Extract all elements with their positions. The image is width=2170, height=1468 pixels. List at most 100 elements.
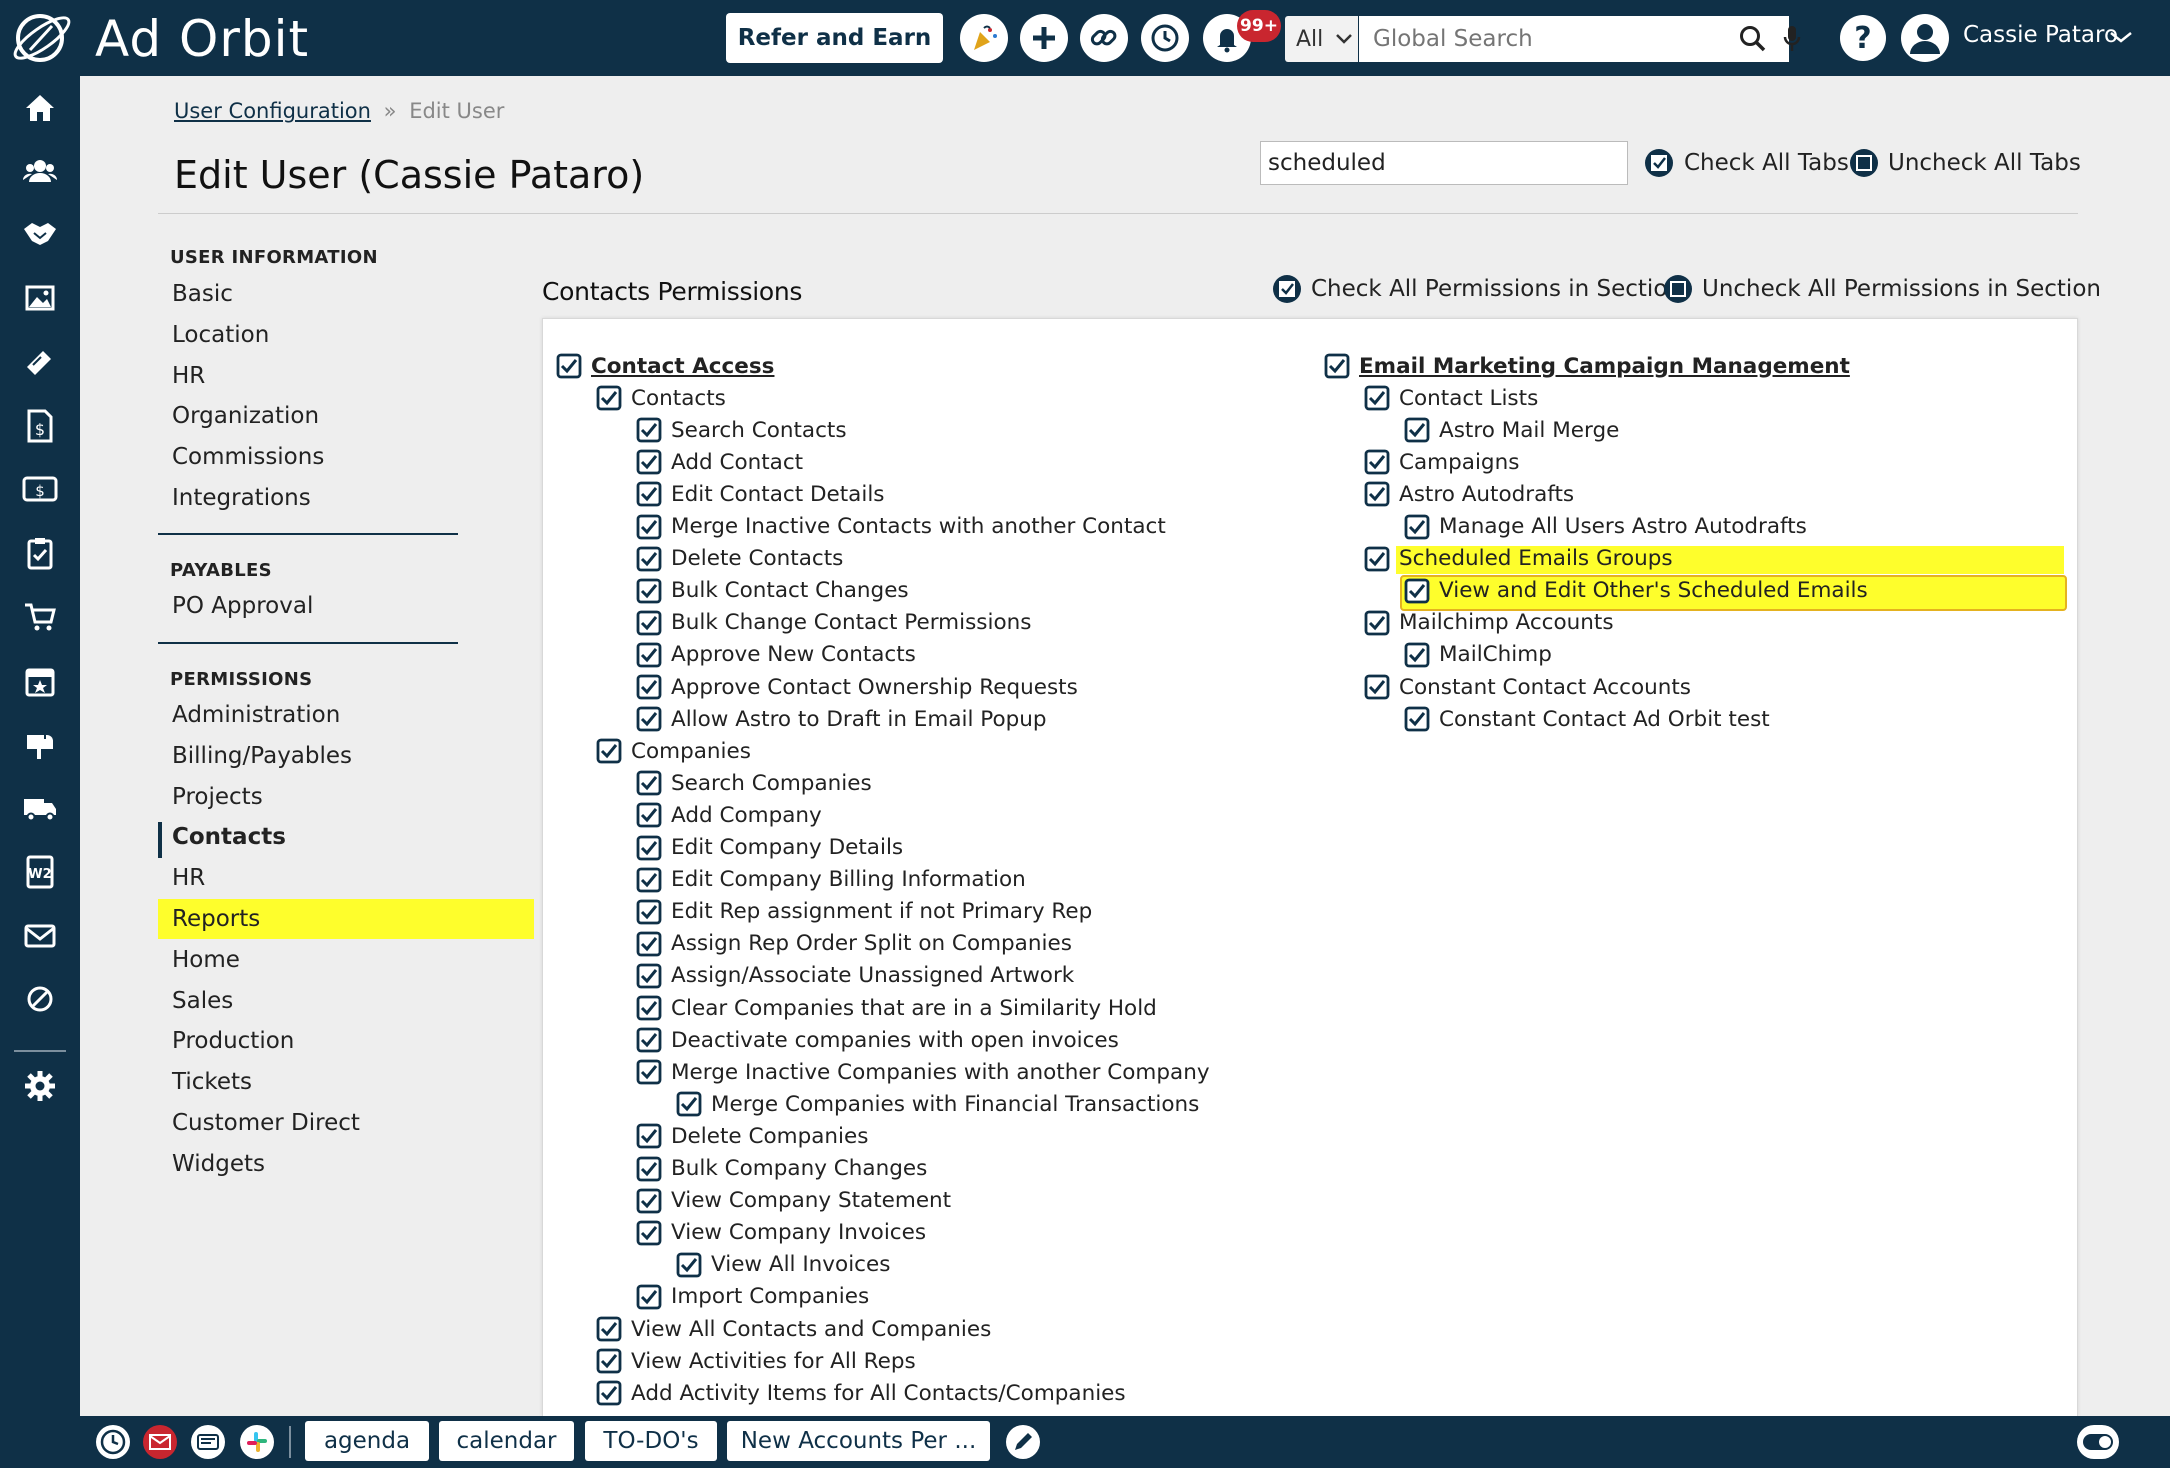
checkbox-checked-icon[interactable] (596, 385, 622, 411)
bottom-tab-todos[interactable]: TO-DO's (585, 1421, 717, 1461)
slack-icon[interactable] (240, 1425, 274, 1459)
handshake-icon[interactable] (20, 214, 60, 254)
checkbox-checked-icon[interactable] (1364, 449, 1390, 475)
checkbox-checked-icon[interactable] (596, 1348, 622, 1374)
search-scope-select[interactable]: All (1285, 16, 1358, 62)
left-nav-item-widgets[interactable]: Widgets (172, 1151, 265, 1177)
checkbox-checked-icon[interactable] (636, 1188, 662, 1214)
uncheck-all-tabs-icon[interactable] (1850, 149, 1878, 177)
media-icon[interactable] (20, 278, 60, 318)
left-nav-item-reports[interactable]: Reports (172, 906, 260, 932)
permission-label[interactable]: Contact Access (591, 354, 774, 379)
chat-icon[interactable] (191, 1425, 225, 1459)
uncheck-all-section-link[interactable]: Uncheck All Permissions in Section (1702, 276, 2101, 302)
checkbox-checked-icon[interactable] (636, 1027, 662, 1053)
bottom-tab-new-accounts[interactable]: New Accounts Per ... (727, 1421, 990, 1461)
checkbox-checked-icon[interactable] (1364, 674, 1390, 700)
toggle-icon[interactable] (2077, 1425, 2119, 1459)
checkbox-checked-icon[interactable] (676, 1252, 702, 1278)
checkbox-checked-icon[interactable] (636, 514, 662, 540)
checkbox-checked-icon[interactable] (636, 610, 662, 636)
left-nav-item-home[interactable]: Home (172, 947, 240, 973)
clipboard-icon[interactable] (20, 533, 60, 573)
checkbox-checked-icon[interactable] (1404, 417, 1430, 443)
email-alert-icon[interactable] (143, 1425, 177, 1459)
check-all-tabs-link[interactable]: Check All Tabs (1684, 150, 1849, 176)
checkbox-checked-icon[interactable] (636, 1156, 662, 1182)
link-icon[interactable] (1080, 14, 1128, 62)
permission-filter-input[interactable] (1260, 141, 1628, 185)
checkbox-checked-icon[interactable] (1364, 481, 1390, 507)
global-search-input[interactable] (1359, 16, 1789, 62)
checkbox-checked-icon[interactable] (636, 417, 662, 443)
checkbox-checked-icon[interactable] (1404, 642, 1430, 668)
left-nav-item-billing-payables[interactable]: Billing/Payables (172, 743, 352, 769)
ticket-icon[interactable] (20, 342, 60, 382)
checkbox-checked-icon[interactable] (636, 674, 662, 700)
left-nav-item-tickets[interactable]: Tickets (172, 1069, 252, 1095)
checkbox-checked-icon[interactable] (1324, 353, 1350, 379)
left-nav-item-organization[interactable]: Organization (172, 403, 319, 429)
microphone-icon[interactable] (1782, 24, 1802, 54)
checkbox-checked-icon[interactable] (1364, 385, 1390, 411)
left-nav-item-hr[interactable]: HR (172, 865, 205, 891)
checkbox-checked-icon[interactable] (1364, 610, 1390, 636)
left-nav-item-sales[interactable]: Sales (172, 988, 233, 1014)
checkbox-checked-icon[interactable] (1404, 706, 1430, 732)
edit-pencil-icon[interactable] (1006, 1425, 1040, 1459)
checkbox-checked-icon[interactable] (1404, 514, 1430, 540)
uncheck-all-section-icon[interactable] (1664, 275, 1692, 303)
w2-form-icon[interactable]: W2 (20, 852, 60, 892)
checkbox-checked-icon[interactable] (1404, 578, 1430, 604)
checkbox-checked-icon[interactable] (636, 867, 662, 893)
mailbox-icon[interactable] (20, 724, 60, 764)
calendar-icon[interactable] (20, 661, 60, 701)
checkbox-checked-icon[interactable] (596, 1316, 622, 1342)
history-icon[interactable] (1141, 14, 1189, 62)
avatar[interactable] (1901, 14, 1949, 62)
finance-icon[interactable]: $ (20, 469, 60, 509)
checkbox-checked-icon[interactable] (596, 738, 622, 764)
left-nav-item-projects[interactable]: Projects (172, 784, 263, 810)
checkbox-checked-icon[interactable] (636, 449, 662, 475)
checkbox-checked-icon[interactable] (636, 546, 662, 572)
party-icon[interactable] (960, 14, 1008, 62)
checkbox-checked-icon[interactable] (636, 1220, 662, 1246)
checkbox-checked-icon[interactable] (636, 1284, 662, 1310)
left-nav-item-production[interactable]: Production (172, 1028, 294, 1054)
checkbox-checked-icon[interactable] (556, 353, 582, 379)
breadcrumb-link-user-configuration[interactable]: User Configuration (174, 99, 371, 123)
checkbox-checked-icon[interactable] (636, 931, 662, 957)
search-icon[interactable] (1738, 24, 1768, 54)
cart-icon[interactable] (20, 597, 60, 637)
check-all-section-icon[interactable] (1273, 275, 1301, 303)
left-nav-item-hr[interactable]: HR (172, 363, 205, 389)
bottom-tab-agenda[interactable]: agenda (305, 1421, 429, 1461)
checkbox-checked-icon[interactable] (636, 578, 662, 604)
checkbox-checked-icon[interactable] (636, 1059, 662, 1085)
user-name[interactable]: Cassie Pataro (1963, 22, 2118, 48)
checkbox-checked-icon[interactable] (596, 1380, 622, 1406)
gear-icon[interactable] (20, 1066, 60, 1106)
invoice-icon[interactable]: $ (20, 406, 60, 446)
left-nav-item-location[interactable]: Location (172, 322, 269, 348)
checkbox-checked-icon[interactable] (636, 835, 662, 861)
bottom-tab-calendar[interactable]: calendar (439, 1421, 574, 1461)
checkbox-checked-icon[interactable] (636, 481, 662, 507)
checkbox-checked-icon[interactable] (676, 1091, 702, 1117)
left-nav-item-basic[interactable]: Basic (172, 281, 233, 307)
checkbox-checked-icon[interactable] (636, 963, 662, 989)
checkbox-checked-icon[interactable] (1364, 546, 1390, 572)
checkbox-checked-icon[interactable] (636, 899, 662, 925)
app-logo[interactable]: Ad Orbit (10, 8, 340, 68)
checkbox-checked-icon[interactable] (636, 802, 662, 828)
mail-icon[interactable] (20, 916, 60, 956)
add-icon[interactable] (1020, 14, 1068, 62)
checkbox-checked-icon[interactable] (636, 642, 662, 668)
check-all-tabs-icon[interactable] (1645, 149, 1673, 177)
left-nav-item-integrations[interactable]: Integrations (172, 485, 311, 511)
left-nav-item-commissions[interactable]: Commissions (172, 444, 324, 470)
checkbox-checked-icon[interactable] (636, 995, 662, 1021)
checkbox-checked-icon[interactable] (636, 770, 662, 796)
checkbox-checked-icon[interactable] (636, 1123, 662, 1149)
